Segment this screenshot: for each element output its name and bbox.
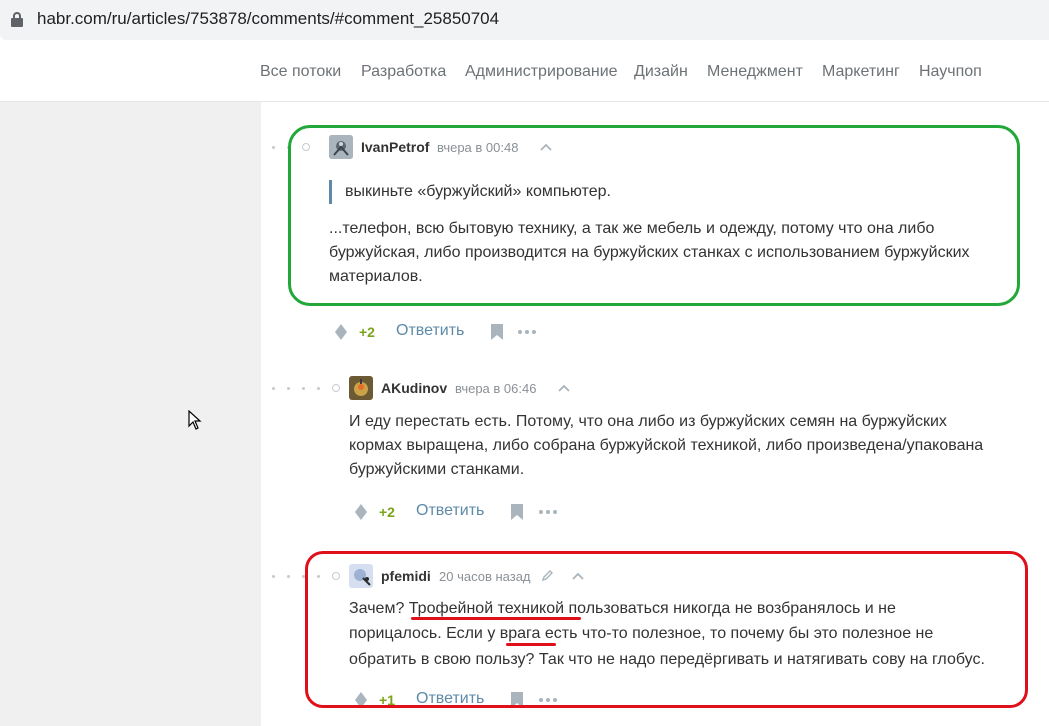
comment-username[interactable]: AKudinov [381, 380, 447, 396]
highlight-green-frame [288, 125, 1020, 306]
comment-score: +2 [379, 504, 395, 520]
comment-text-line: кормах выращена, либо собрана буржуйской… [349, 437, 984, 454]
address-bar[interactable]: habr.com/ru/articles/753878/comments/#co… [0, 0, 1049, 40]
bookmark-icon[interactable] [511, 504, 523, 520]
nav-all-flows[interactable]: Все потоки [260, 63, 341, 81]
comment-text-line: буржуйскими станками. [349, 461, 525, 478]
nav-management[interactable]: Менеджмент [707, 63, 803, 81]
comment-text-line: И еду перестать есть. Потому, что она ли… [349, 413, 947, 430]
comment-time[interactable]: вчера в 06:46 [455, 381, 536, 396]
vote-icon[interactable] [335, 324, 347, 340]
lock-icon [11, 12, 23, 27]
reply-button[interactable]: Ответить [416, 502, 484, 520]
more-icon[interactable] [518, 330, 536, 334]
comment-score: +2 [359, 324, 375, 340]
nav-administration[interactable]: Администрирование [465, 63, 618, 81]
url-text[interactable]: habr.com/ru/articles/753878/comments/#co… [37, 9, 499, 29]
mouse-cursor-icon [188, 410, 202, 430]
vote-icon[interactable] [355, 504, 367, 520]
bookmark-icon[interactable] [491, 324, 503, 340]
more-icon[interactable] [539, 510, 557, 514]
nav-development[interactable]: Разработка [361, 63, 446, 81]
highlight-red-frame [305, 551, 1028, 708]
reply-button[interactable]: Ответить [396, 322, 464, 340]
left-gutter [0, 102, 261, 726]
avatar[interactable] [349, 376, 373, 400]
nav-design[interactable]: Дизайн [634, 63, 688, 81]
top-nav: Все потоки Разработка Администрирование … [0, 40, 1049, 102]
nav-marketing[interactable]: Маркетинг [822, 63, 900, 81]
thread-indent-dots [272, 384, 340, 392]
chevron-up-icon[interactable] [557, 383, 571, 393]
nav-popsci[interactable]: Научпоп [919, 63, 982, 81]
